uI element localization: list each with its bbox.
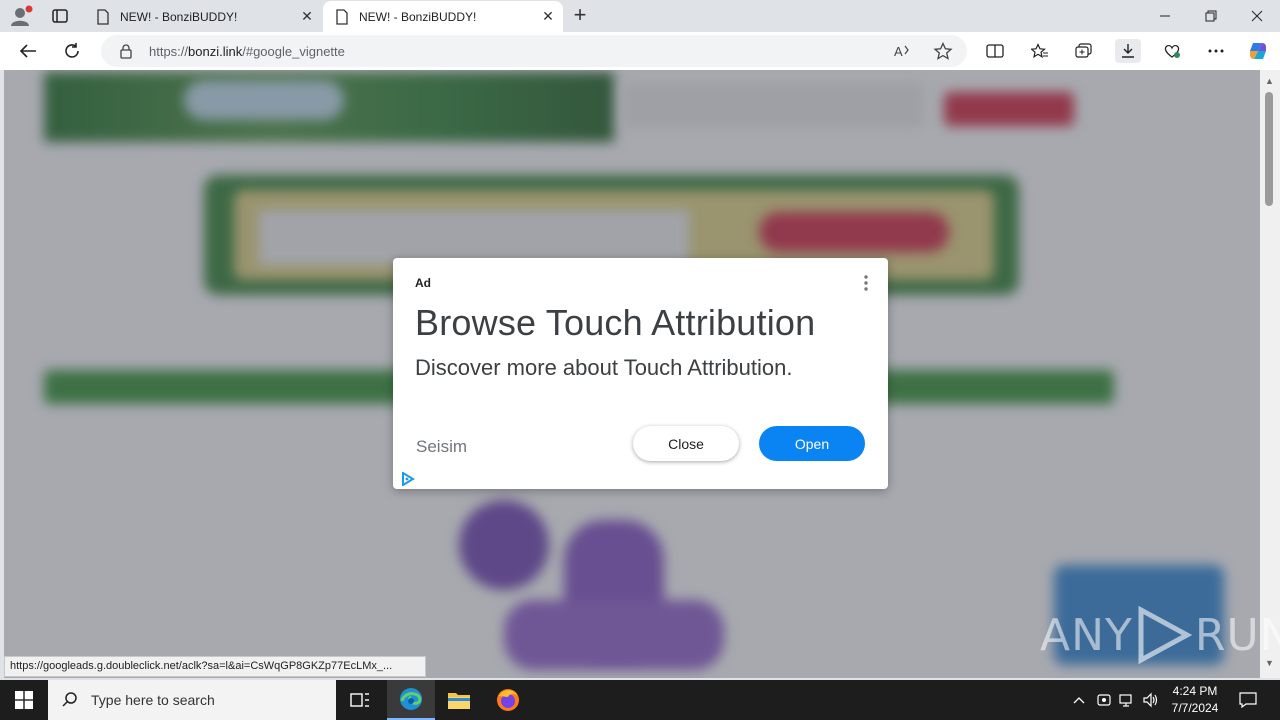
adchoices-icon[interactable] <box>401 471 415 487</box>
watermark-right-text: RUN <box>1194 609 1280 661</box>
watermark-left-text: ANY <box>1040 609 1133 661</box>
collections-icon[interactable] <box>1071 39 1097 63</box>
ad-advertiser[interactable]: Seisim <box>416 437 467 457</box>
tab-2[interactable]: NEW! - BonziBUDDY! ✕ <box>323 1 563 32</box>
tab-actions-icon[interactable] <box>50 7 70 25</box>
more-options-icon[interactable] <box>1203 39 1229 63</box>
volume-icon[interactable] <box>1140 680 1162 720</box>
browser-essentials-icon[interactable] <box>1159 39 1185 63</box>
start-button[interactable] <box>0 680 48 720</box>
refresh-icon[interactable] <box>59 39 85 63</box>
search-placeholder: Type here to search <box>91 692 215 708</box>
tab-1[interactable]: NEW! - BonziBUDDY! ✕ <box>84 1 322 32</box>
clock-time: 4:24 PM <box>1172 684 1218 698</box>
read-aloud-icon[interactable]: A <box>893 42 913 60</box>
meet-now-icon[interactable] <box>1093 680 1115 720</box>
clock-date: 7/7/2024 <box>1171 701 1219 715</box>
show-hidden-icons[interactable] <box>1068 680 1090 720</box>
tab-title: NEW! - BonziBUDDY! <box>120 9 238 24</box>
downloads-icon[interactable] <box>1115 39 1141 63</box>
split-screen-icon[interactable] <box>982 39 1008 63</box>
favorite-star-icon[interactable] <box>933 41 953 60</box>
page-icon <box>335 8 349 25</box>
browser-toolbar: https://bonzi.link/#google_vignette A <box>0 32 1280 70</box>
address-bar[interactable]: https://bonzi.link/#google_vignette A <box>101 35 967 67</box>
close-tab-icon[interactable]: ✕ <box>533 8 563 25</box>
close-window-button[interactable] <box>1234 0 1280 32</box>
svg-text:A: A <box>894 44 903 59</box>
notifications-icon[interactable] <box>1234 680 1262 720</box>
url-text[interactable]: https://bonzi.link/#google_vignette <box>149 44 345 59</box>
play-logo-icon <box>1138 606 1193 664</box>
network-icon[interactable] <box>1116 680 1138 720</box>
favorites-icon[interactable] <box>1027 39 1053 63</box>
anyrun-watermark: ANY RUN <box>1040 606 1280 664</box>
ad-label: Ad <box>415 276 431 290</box>
windows-logo-icon <box>15 691 33 709</box>
lock-icon[interactable] <box>118 43 134 59</box>
windows-taskbar: Type here to search 4:24 PM 7/7/2024 <box>0 680 1280 720</box>
restore-button[interactable] <box>1188 0 1234 32</box>
ad-description[interactable]: Discover more about Touch Attribution. <box>415 355 792 381</box>
profile-icon[interactable] <box>9 5 33 27</box>
scroll-up-icon[interactable]: ▲ <box>1265 76 1274 86</box>
file-explorer-icon[interactable] <box>435 680 483 720</box>
new-tab-button[interactable]: + <box>568 4 592 28</box>
taskbar-clock[interactable]: 4:24 PM 7/7/2024 <box>1162 683 1228 717</box>
taskbar-search-box[interactable]: Type here to search <box>48 680 336 720</box>
page-icon <box>96 8 110 25</box>
close-tab-icon[interactable]: ✕ <box>292 8 322 25</box>
tab-strip: NEW! - BonziBUDDY! ✕ NEW! - BonziBUDDY! … <box>0 0 1280 32</box>
search-icon <box>62 692 77 707</box>
open-ad-button[interactable]: Open <box>759 426 865 461</box>
status-link-preview: https://googleads.g.doubleclick.net/aclk… <box>4 656 426 677</box>
back-icon[interactable] <box>15 39 41 63</box>
firefox-icon[interactable] <box>484 680 532 720</box>
ad-headline[interactable]: Browse Touch Attribution <box>415 302 815 344</box>
task-view-icon[interactable] <box>336 680 384 720</box>
vignette-ad-dialog: Ad Browse Touch Attribution Discover mor… <box>393 258 888 489</box>
ad-menu-icon[interactable] <box>859 274 873 292</box>
edge-taskbar-icon[interactable] <box>387 680 435 720</box>
scrollbar-thumb[interactable] <box>1265 92 1273 206</box>
tab-title: NEW! - BonziBUDDY! <box>359 9 477 24</box>
close-ad-button[interactable]: Close <box>633 426 739 461</box>
vertical-scrollbar[interactable]: ▲ ▼ <box>1260 70 1280 678</box>
copilot-icon[interactable] <box>1245 39 1271 63</box>
minimize-button[interactable] <box>1142 0 1188 32</box>
